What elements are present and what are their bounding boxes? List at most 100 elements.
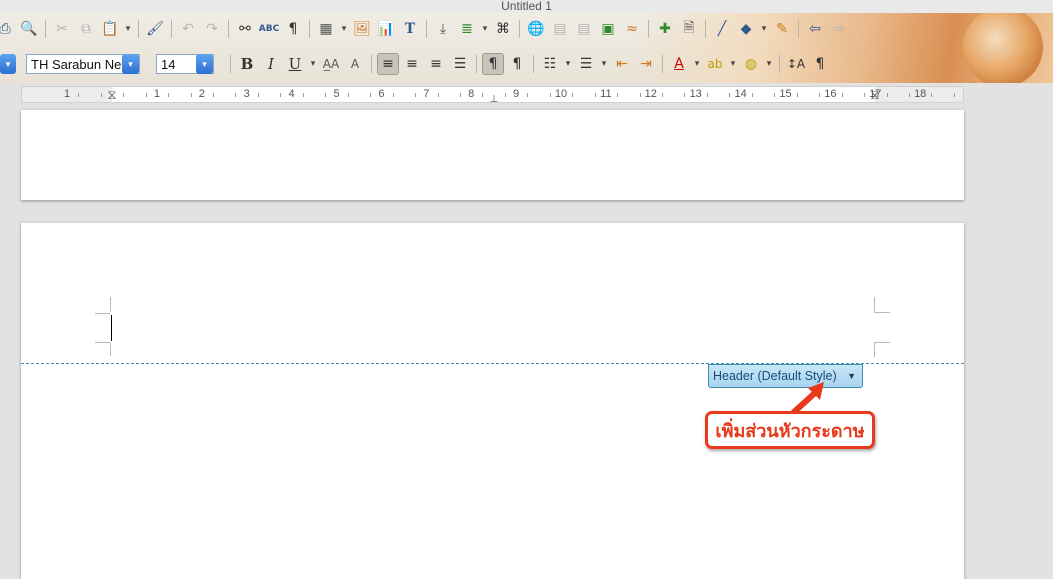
copy-icon[interactable]: ⧉ [75, 18, 97, 40]
ruler-tick [931, 93, 933, 97]
image-icon[interactable]: 🖼 [351, 18, 373, 40]
font-size-combo[interactable]: 14 ▾ [156, 54, 214, 74]
toolbar-separator [228, 20, 229, 38]
table-dropdown-chevron-icon[interactable]: ▾ [339, 18, 349, 40]
justify-icon[interactable]: ☰ [449, 53, 471, 75]
ordered-list-dropdown-chevron-icon[interactable]: ▾ [563, 53, 573, 75]
ruler-tick [504, 93, 506, 97]
font-size-value[interactable]: 14 [157, 57, 175, 72]
undo-icon[interactable]: ↶ [177, 18, 199, 40]
ruler-tick [662, 93, 664, 97]
ltr-icon[interactable]: ¶ [482, 53, 504, 75]
paragraph-icon[interactable]: ¶ [809, 53, 831, 75]
ruler-tick [78, 93, 80, 97]
annotation-callout: เพิ่มส่วนหัวกระดาษ [705, 411, 875, 449]
ordered-list-icon[interactable]: ☷ [539, 53, 561, 75]
ruler-tick [729, 93, 731, 97]
header-dropdown-chevron-icon[interactable]: ▼ [847, 371, 856, 381]
toolbar-separator [371, 55, 372, 73]
navigate-forward-icon[interactable]: ⇨ [828, 18, 850, 40]
ruler-tick [819, 93, 821, 97]
basic-shapes-icon[interactable]: ◆ [735, 18, 757, 40]
unordered-list-dropdown-chevron-icon[interactable]: ▾ [599, 53, 609, 75]
horizontal-ruler[interactable]: 1 1 2 3 4 5 6 7 8 9 10 11 12 13 14 15 16 17 18 ⧖ ⧖ ⊥ [21, 86, 964, 103]
text-box-icon[interactable]: T [399, 18, 421, 40]
print-icon[interactable]: ⎙ [0, 18, 16, 40]
navigate-back-icon[interactable]: ⇦ [804, 18, 826, 40]
line-icon[interactable]: ╱ [711, 18, 733, 40]
left-indent-marker-icon[interactable]: ⧖ [107, 88, 116, 102]
draw-functions-icon[interactable]: ✎ [771, 18, 793, 40]
ruler-tick [415, 93, 417, 97]
cross-reference-icon[interactable]: ≈ [621, 18, 643, 40]
underline-dropdown-chevron-icon[interactable]: ▾ [308, 53, 318, 75]
comment-icon[interactable]: ✚ [654, 18, 676, 40]
align-center-icon[interactable]: ≡ [401, 53, 423, 75]
ruler-number: 11 [600, 88, 612, 100]
toolbar-separator [779, 55, 780, 73]
highlight-dropdown-chevron-icon[interactable]: ▾ [728, 53, 738, 75]
ruler-number: 10 [554, 88, 568, 100]
paragraph-style-dropdown-chevron-icon[interactable]: ▾ [0, 54, 16, 74]
decrease-indent-icon[interactable]: ⇤ [611, 53, 633, 75]
chart-icon[interactable]: 📊 [375, 18, 397, 40]
shadow-icon[interactable]: A̲A [320, 53, 342, 75]
footnote-icon[interactable]: ▤ [549, 18, 571, 40]
formatting-marks-icon[interactable]: ¶ [282, 18, 304, 40]
ruler-tick [774, 93, 776, 97]
paste-icon[interactable]: 📋 [99, 18, 121, 40]
bookmark-icon[interactable]: ▣ [597, 18, 619, 40]
tab-stop-marker-icon[interactable]: ⊥ [490, 93, 499, 102]
underline-button[interactable]: U [284, 53, 306, 75]
toolbar-separator [648, 20, 649, 38]
ruler-tick [572, 93, 574, 97]
document-page-previous[interactable] [21, 110, 964, 200]
ruler-tick [639, 93, 641, 97]
cut-icon[interactable]: ✂ [51, 18, 73, 40]
print-preview-icon[interactable]: 🔍 [18, 18, 40, 40]
field-icon[interactable]: ≣ [456, 18, 478, 40]
font-size-dropdown-chevron-icon[interactable]: ▾ [196, 54, 213, 74]
background-color-icon[interactable]: ◍ [740, 53, 762, 75]
align-right-icon[interactable]: ≡ [425, 53, 447, 75]
table-icon[interactable]: ▦ [315, 18, 337, 40]
ruler-tick [190, 93, 192, 97]
redo-icon[interactable]: ↷ [201, 18, 223, 40]
ruler-number: 9 [513, 88, 520, 100]
page-break-icon[interactable]: ⤓ [432, 18, 454, 40]
bold-button[interactable]: B [236, 53, 258, 75]
paste-dropdown-chevron-icon[interactable]: ▾ [123, 18, 133, 40]
clone-formatting-icon[interactable]: 🖌 [144, 18, 166, 40]
highlight-icon[interactable]: ab [704, 53, 726, 75]
increase-indent-icon[interactable]: ⇥ [635, 53, 657, 75]
font-name-dropdown-chevron-icon[interactable]: ▾ [122, 54, 139, 74]
hyperlink-icon[interactable]: 🌐 [525, 18, 547, 40]
track-changes-icon[interactable]: 🗎 [678, 18, 700, 40]
crop-mark-top-left-vertical [110, 297, 111, 312]
font-color-icon[interactable]: A [668, 53, 690, 75]
shapes-dropdown-chevron-icon[interactable]: ▾ [759, 18, 769, 40]
ruler-number: 3 [243, 88, 250, 100]
spelling-icon[interactable]: ABC [258, 18, 280, 40]
ruler-tick [459, 93, 461, 97]
rtl-icon[interactable]: ¶ [506, 53, 528, 75]
toolbar-separator [798, 20, 799, 38]
special-character-icon[interactable]: ⌘ [492, 18, 514, 40]
ruler-tick [908, 93, 910, 97]
right-indent-marker-icon[interactable]: ⧖ [870, 88, 879, 102]
font-color-dropdown-chevron-icon[interactable]: ▾ [692, 53, 702, 75]
ruler-tick [100, 93, 102, 97]
background-color-dropdown-chevron-icon[interactable]: ▾ [764, 53, 774, 75]
character-icon[interactable]: ↕A [785, 53, 807, 75]
find-replace-icon[interactable]: ⚯ [234, 18, 256, 40]
field-dropdown-chevron-icon[interactable]: ▾ [480, 18, 490, 40]
endnote-icon[interactable]: ▤ [573, 18, 595, 40]
font-name-value[interactable]: TH Sarabun Ne [27, 57, 121, 72]
italic-button[interactable]: I [260, 53, 282, 75]
unordered-list-icon[interactable]: ☰ [575, 53, 597, 75]
toolbar-separator [138, 20, 139, 38]
ruler-tick [168, 93, 170, 97]
font-name-combo[interactable]: TH Sarabun Ne ▾ [26, 54, 140, 74]
outline-icon[interactable]: A [344, 53, 366, 75]
align-left-icon[interactable]: ≡ [377, 53, 399, 75]
